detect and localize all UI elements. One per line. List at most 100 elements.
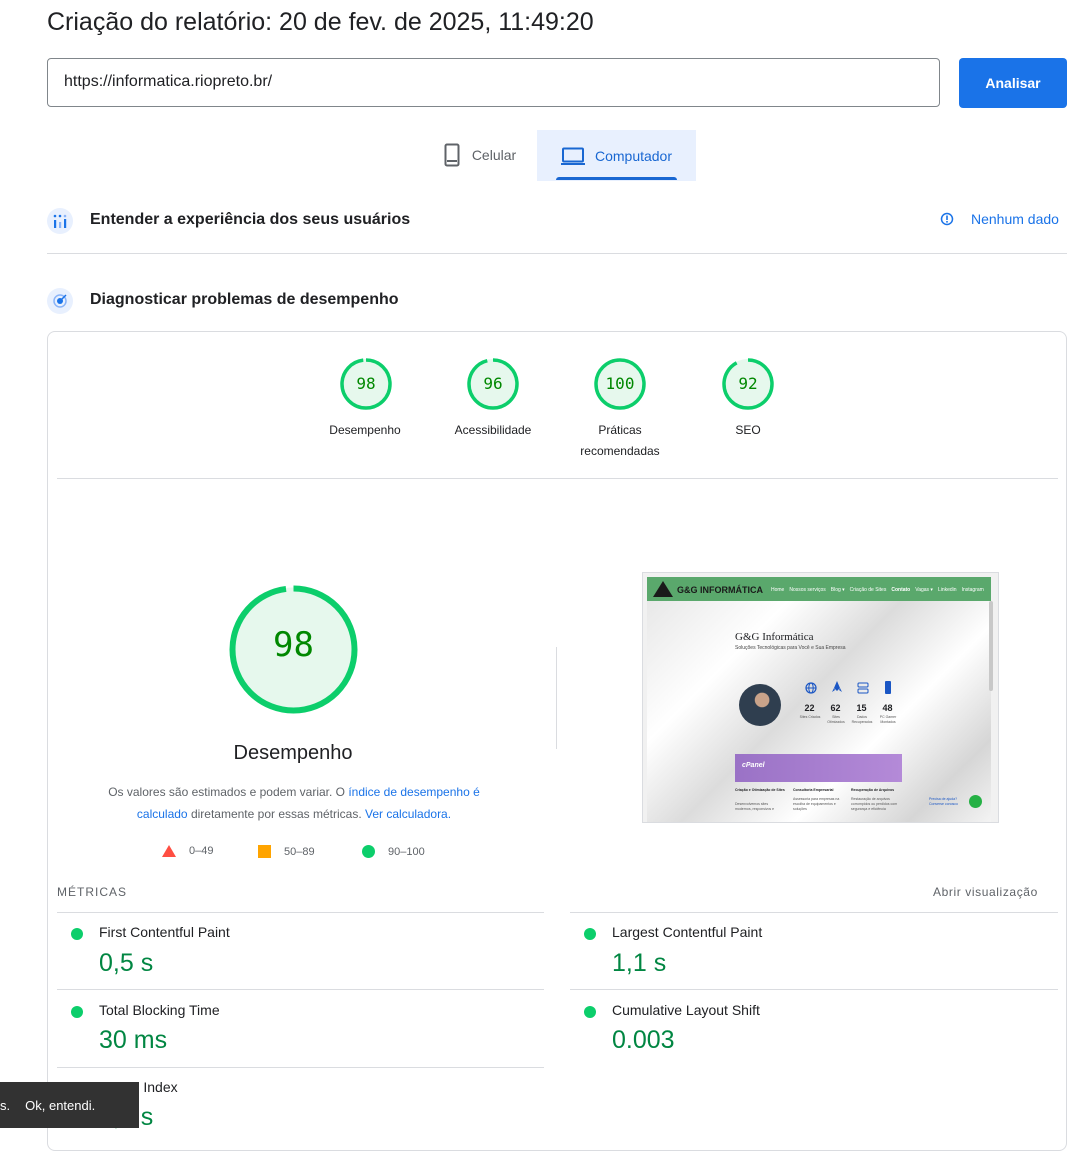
score-value: 92 (738, 374, 758, 393)
legend-fail-label: 0–49 (189, 845, 214, 857)
metric-cls-value: 0.003 (612, 1026, 675, 1054)
metric-divider (57, 1067, 544, 1068)
performance-score: 98 (273, 625, 314, 665)
performance-gauge: 98 (229, 585, 358, 714)
score-value: 100 (605, 374, 635, 393)
metrics-heading: MÉTRICAS (57, 885, 128, 899)
laptop-icon (560, 147, 585, 165)
score-value: 98 (356, 374, 376, 393)
open-view-link[interactable]: Abrir visualização (933, 885, 1038, 899)
vertical-separator (556, 647, 557, 749)
site-nav-item: Blog ▾ (830, 587, 845, 593)
site-avatar (739, 684, 781, 726)
metric-divider (570, 989, 1058, 990)
tab-desktop[interactable]: Computador (537, 130, 696, 181)
metric-lcp-name: Largest Contentful Paint (612, 924, 763, 940)
site-service-title: Criação e Otimização de Sites (735, 788, 785, 792)
server-icon (857, 682, 869, 694)
desc-text-2: diretamente por essas métricas. (187, 807, 366, 821)
active-tab-indicator (556, 177, 677, 180)
phone-icon (444, 143, 460, 167)
site-service-title: Consultoria Empresarial (793, 788, 834, 792)
metric-divider (570, 912, 1058, 913)
site-service-title: Recuperação de Arquivos (851, 788, 895, 792)
whatsapp-icon (969, 795, 982, 808)
pc-tower-icon (885, 681, 891, 694)
pass-icon (71, 1006, 83, 1018)
report-title: Criação do relatório: 20 de fev. de 2025… (47, 8, 594, 36)
metric-fcp-name: First Contentful Paint (99, 924, 230, 940)
legend-average-label: 50–89 (284, 845, 315, 858)
section-divider (47, 253, 1067, 254)
score-label: Acessibilidade (454, 423, 532, 437)
cookie-toast: s. Ok, entendi. (0, 1082, 139, 1128)
tab-mobile[interactable]: Celular (426, 130, 534, 180)
metric-lcp-value: 1,1 s (612, 949, 667, 977)
metric-fcp-value: 0,5 s (99, 949, 154, 977)
field-data-title: Entender a experiência dos seus usuários (90, 211, 411, 228)
score-gauge[interactable]: 92 (722, 358, 774, 410)
legend-pass: 90–100 (362, 845, 425, 858)
tab-mobile-label: Celular (471, 147, 517, 163)
score-gauge[interactable]: 98 (340, 358, 392, 410)
site-service-text: Assessoria para empresas na escolha de e… (793, 797, 840, 811)
score-label: Desempenho (329, 423, 401, 437)
calculator-link[interactable]: Ver calculadora. (365, 807, 451, 821)
site-stats-numbers: 22 62 15 48 (803, 703, 894, 713)
legend-pass-label: 90–100 (388, 845, 425, 858)
square-icon (258, 845, 271, 858)
globe-icon (805, 682, 817, 694)
pass-icon (584, 1006, 596, 1018)
site-service-text: Restauração de arquivos corrompidos ou p… (851, 797, 898, 811)
triangle-icon (162, 845, 176, 857)
site-banner-logo: cPanel (742, 762, 765, 769)
rocket-icon (832, 681, 842, 692)
score-gauge[interactable]: 96 (467, 358, 519, 410)
site-nav-item: Home (771, 587, 785, 593)
site-scrollbar (989, 601, 993, 691)
site-stats-labels: Sites Criados Sites Otimizados Dados Rec… (799, 715, 899, 725)
score-label: Práticas recomendadas (580, 423, 660, 458)
site-stat-number: 48 (882, 703, 893, 713)
metric-cls-name: Cumulative Layout Shift (612, 1002, 760, 1018)
gauges-divider (57, 478, 1058, 479)
metric-tbt-value: 30 ms (99, 1026, 168, 1054)
site-nav-item: Criação de Sites (849, 587, 887, 593)
metric-divider (57, 989, 544, 990)
score-gauge[interactable]: 100 (594, 358, 646, 410)
toast-ok-button[interactable]: Ok, entendi. (25, 1098, 95, 1113)
no-data-label: Nenhum dado (971, 211, 1059, 227)
metric-tbt-name: Total Blocking Time (99, 1002, 220, 1018)
page-screenshot[interactable]: G&G INFORMÁTICA Home Nossos serviços Blo… (642, 572, 999, 823)
site-nav-item: Nossos serviços (789, 587, 826, 593)
pass-icon (584, 928, 596, 940)
performance-title: Desempenho (233, 742, 353, 764)
toast-text: s. (0, 1097, 11, 1113)
site-stat-label: Sites Criados (799, 715, 821, 719)
site-stat-number: 15 (856, 703, 867, 713)
site-stat-label: Sites Otimizados (827, 715, 845, 724)
pass-icon (71, 928, 83, 940)
site-nav-item: Contato (891, 587, 911, 593)
field-data-icon (47, 208, 73, 234)
site-stat-number: 22 (804, 703, 815, 713)
no-data-link[interactable]: Nenhum dado (940, 211, 1059, 227)
circle-icon (362, 845, 375, 858)
metric-divider (57, 912, 544, 913)
site-stat-label: Dados Recuperados (851, 715, 873, 724)
url-input-value[interactable]: https://informatica.riopreto.br/ (64, 73, 272, 91)
legend-average: 50–89 (258, 845, 315, 858)
site-nav: Home Nossos serviços Blog ▾ Criação de S… (771, 587, 984, 593)
analyze-button[interactable]: Analisar (959, 58, 1067, 108)
info-icon (940, 212, 954, 226)
diagnose-icon (47, 288, 73, 314)
site-stat-number: 62 (830, 703, 841, 713)
desc-text: Os valores são estimados e podem variar.… (108, 785, 349, 799)
site-nav-item: Vagas ▾ (915, 587, 933, 593)
site-brand: G&G INFORMÁTICA (677, 585, 763, 595)
diagnose-title: Diagnosticar problemas de desempenho (90, 291, 399, 308)
site-hero-title: G&G Informática (735, 631, 814, 643)
score-value: 96 (483, 374, 503, 393)
performance-description: Os valores são estimados e podem variar.… (90, 781, 498, 825)
site-logo-icon (653, 581, 673, 597)
